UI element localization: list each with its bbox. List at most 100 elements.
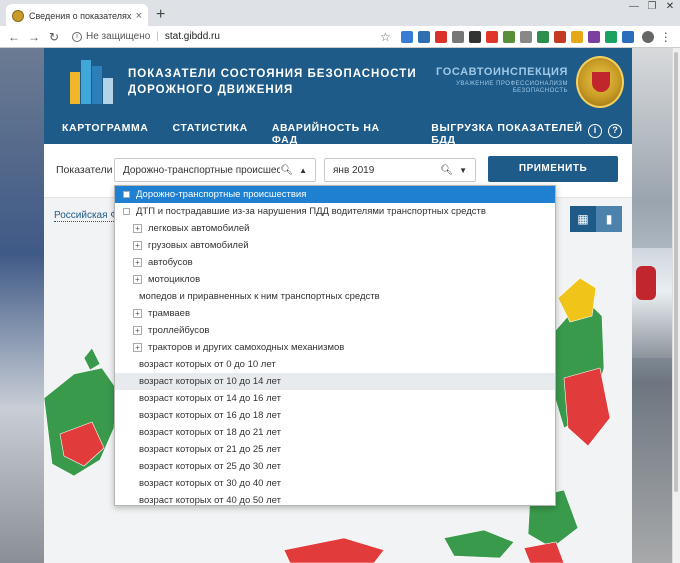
- dropdown-item[interactable]: + троллейбусов: [115, 322, 555, 339]
- ext-8-icon[interactable]: [519, 30, 532, 43]
- browser-tab[interactable]: Сведения о показателях состояния ×: [6, 4, 148, 28]
- close-window-icon[interactable]: ✕: [664, 2, 676, 12]
- ext-4-icon[interactable]: [451, 30, 464, 43]
- checkbox-icon[interactable]: [123, 191, 130, 198]
- map-region: [557, 277, 597, 323]
- page-scrollbar-thumb[interactable]: [674, 52, 678, 492]
- search-icon[interactable]: 🔍︎: [280, 165, 293, 176]
- checkbox-icon[interactable]: [123, 208, 130, 215]
- site-header: ПОКАЗАТЕЛИ СОСТОЯНИЯ БЕЗОПАСНОСТИ ДОРОЖН…: [44, 48, 632, 150]
- chevron-down-icon[interactable]: ▼: [459, 166, 467, 175]
- dropdown-item-label: легковых автомобилей: [148, 223, 250, 234]
- ext-3-icon[interactable]: [434, 30, 447, 43]
- ext-9-icon[interactable]: [536, 30, 549, 43]
- region-breadcrumb-link[interactable]: Российская Ф: [54, 210, 118, 222]
- dropdown-item-label: возраст которых от 14 до 16 лет: [139, 393, 281, 404]
- dropdown-item[interactable]: + грузовых автомобилей: [115, 237, 555, 254]
- profile-avatar-icon[interactable]: [641, 30, 654, 43]
- dropdown-item[interactable]: возраст которых от 18 до 21 лет: [115, 424, 555, 441]
- url-separator: |: [156, 31, 159, 42]
- forward-arrow-icon[interactable]: →: [26, 30, 42, 44]
- ext-1-icon[interactable]: [400, 30, 413, 43]
- indicator-select-value: Дорожно-транспортные происшест...: [123, 164, 281, 176]
- info-icon[interactable]: i: [588, 124, 602, 138]
- address-bar[interactable]: i Не защищено | stat.gibdd.ru: [66, 28, 366, 46]
- close-tab-icon[interactable]: ×: [136, 10, 142, 22]
- map-region: [83, 347, 101, 371]
- dropdown-item-label: мопедов и приравненных к ним транспортны…: [139, 291, 380, 302]
- expand-plus-icon[interactable]: +: [133, 326, 142, 335]
- dropdown-item[interactable]: возраст которых от 16 до 18 лет: [115, 407, 555, 424]
- dropdown-item-label: возраст которых от 30 до 40 лет: [139, 478, 281, 489]
- dropdown-item[interactable]: возраст которых от 14 до 16 лет: [115, 390, 555, 407]
- dropdown-item[interactable]: + легковых автомобилей: [115, 220, 555, 237]
- dropdown-item[interactable]: Дорожно-транспортные происшествия: [115, 186, 555, 203]
- dropdown-item[interactable]: возраст которых от 0 до 10 лет: [115, 356, 555, 373]
- dropdown-item-label: возраст которых от 16 до 18 лет: [139, 410, 281, 421]
- restore-icon[interactable]: ❐: [646, 2, 658, 12]
- dropdown-item[interactable]: мопедов и приравненных к ним транспортны…: [115, 288, 555, 305]
- dropdown-item-label: возраст которых от 0 до 10 лет: [139, 359, 276, 370]
- ext-7-icon[interactable]: [502, 30, 515, 43]
- expand-plus-icon[interactable]: +: [133, 275, 142, 284]
- browser-menu-icon[interactable]: ⋮: [660, 30, 672, 44]
- security-label: Не защищено: [86, 31, 151, 42]
- ext-12-icon[interactable]: [587, 30, 600, 43]
- date-select-value: янв 2019: [333, 164, 375, 176]
- ext-14-icon[interactable]: [621, 30, 634, 43]
- indicator-dropdown-list[interactable]: Дорожно-транспортные происшествия ДТП и п…: [114, 185, 556, 506]
- dropdown-item[interactable]: + трамваев: [115, 305, 555, 322]
- bookmark-star-icon[interactable]: ☆: [380, 30, 391, 44]
- expand-plus-icon[interactable]: +: [133, 241, 142, 250]
- ext-13-icon[interactable]: [604, 30, 617, 43]
- dropdown-item[interactable]: + мотоциклов: [115, 271, 555, 288]
- ext-5-icon[interactable]: [468, 30, 481, 43]
- help-icon[interactable]: ?: [608, 124, 622, 138]
- expand-plus-icon[interactable]: +: [133, 309, 142, 318]
- back-arrow-icon[interactable]: ←: [6, 30, 22, 44]
- apply-button[interactable]: ПРИМЕНИТЬ: [488, 156, 618, 182]
- ext-2-icon[interactable]: [417, 30, 430, 43]
- tab-strip: Сведения о показателях состояния × + — ❐…: [0, 0, 680, 28]
- site-logo-icon[interactable]: [70, 60, 116, 104]
- indicator-select[interactable]: Дорожно-транспортные происшест... 🔍︎ ▲: [114, 158, 316, 182]
- dropdown-item-label: трамваев: [148, 308, 191, 319]
- background-car-light: [636, 266, 656, 300]
- dropdown-item[interactable]: + автобусов: [115, 254, 555, 271]
- gibdd-favicon-icon: [12, 10, 24, 22]
- gibdd-emblem-icon: [576, 56, 624, 108]
- indicators-label: Показатели: [56, 164, 113, 176]
- minimize-icon[interactable]: —: [628, 2, 640, 12]
- chevron-up-icon[interactable]: ▲: [299, 166, 307, 175]
- dropdown-item-label: Дорожно-транспортные происшествия: [136, 189, 307, 200]
- dropdown-item-label: автобусов: [148, 257, 193, 268]
- dropdown-item-label: возраст которых от 18 до 21 лет: [139, 427, 281, 438]
- dropdown-item[interactable]: + тракторов и других самоходных механизмо…: [115, 339, 555, 356]
- expand-plus-icon[interactable]: +: [133, 224, 142, 233]
- dropdown-item[interactable]: возраст которых от 25 до 30 лет: [115, 458, 555, 475]
- date-select[interactable]: янв 2019 🔍︎ ▼: [324, 158, 476, 182]
- dropdown-item-label: тракторов и других самоходных механизмов: [148, 342, 345, 353]
- url-text[interactable]: stat.gibdd.ru: [165, 31, 220, 42]
- expand-plus-icon[interactable]: +: [133, 258, 142, 267]
- chart-view-icon[interactable]: ▮: [596, 206, 622, 232]
- dropdown-item[interactable]: возраст которых от 30 до 40 лет: [115, 475, 555, 492]
- new-tab-button[interactable]: +: [156, 6, 165, 24]
- dropdown-item-label: мотоциклов: [148, 274, 201, 285]
- ext-11-icon[interactable]: [570, 30, 583, 43]
- dropdown-item[interactable]: возраст которых от 10 до 14 лет: [115, 373, 555, 390]
- dropdown-item[interactable]: возраст которых от 40 до 50 лет: [115, 492, 555, 506]
- ext-6-icon[interactable]: [485, 30, 498, 43]
- dropdown-item-label: возраст которых от 40 до 50 лет: [139, 495, 281, 506]
- dropdown-item[interactable]: ДТП и пострадавшие из-за нарушения ПДД в…: [115, 203, 555, 220]
- map-region: [523, 541, 565, 563]
- dropdown-item[interactable]: возраст которых от 21 до 25 лет: [115, 441, 555, 458]
- expand-plus-icon[interactable]: +: [133, 343, 142, 352]
- reload-icon[interactable]: ↻: [46, 30, 62, 44]
- search-icon[interactable]: 🔍︎: [440, 165, 453, 176]
- ext-10-icon[interactable]: [553, 30, 566, 43]
- background-photo-left: [0, 48, 44, 563]
- site-info-icon[interactable]: i: [72, 31, 82, 42]
- map-view-icon[interactable]: ▦: [570, 206, 596, 232]
- help-icons: i ?: [588, 124, 622, 138]
